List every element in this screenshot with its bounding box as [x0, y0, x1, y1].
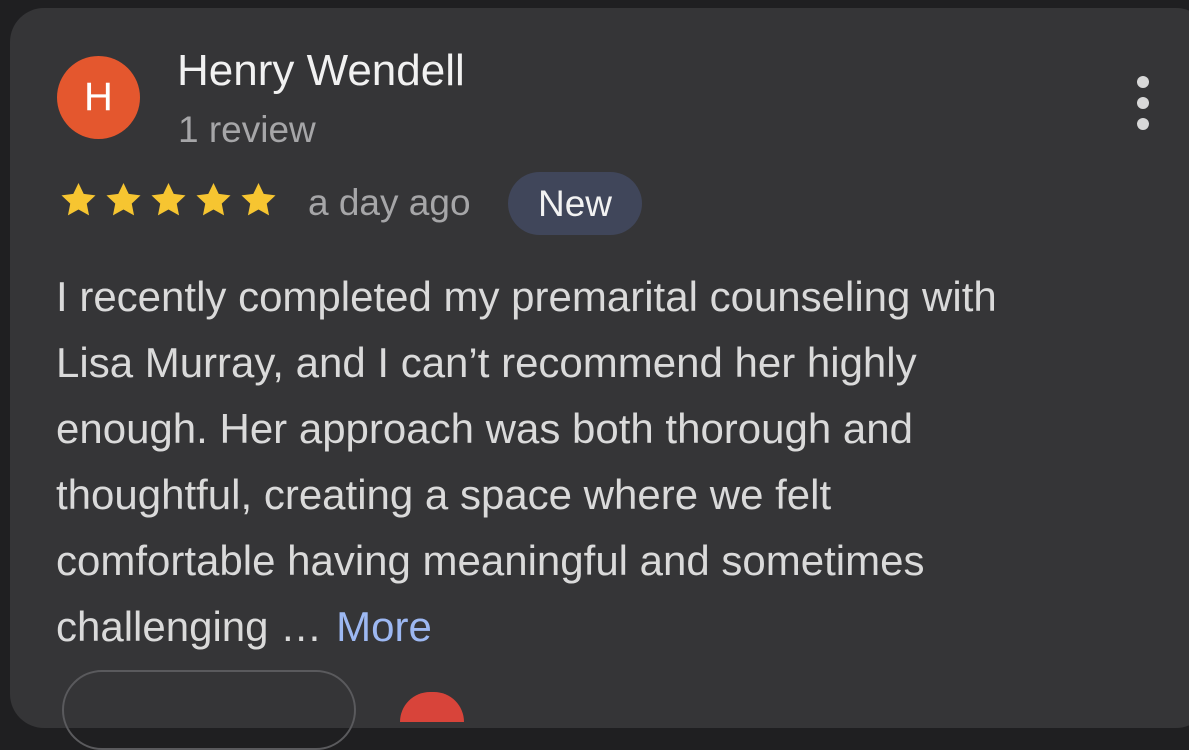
star-filled-icon — [57, 176, 100, 224]
star-filled-icon — [102, 176, 145, 224]
reaction-icon[interactable] — [400, 692, 464, 722]
star-filled-icon — [147, 176, 190, 224]
review-text-line: challenging … More — [56, 594, 1166, 660]
star-filled-icon — [237, 176, 280, 224]
review-text-line: enough. Her approach was both thorough a… — [56, 405, 913, 452]
avatar[interactable]: H — [57, 56, 140, 139]
star-rating — [57, 176, 280, 224]
author-name[interactable]: Henry Wendell — [177, 46, 465, 96]
review-text-line: thoughtful, creating a space where we fe… — [56, 471, 832, 518]
review-card: H Henry Wendell 1 review a day ago New I… — [10, 8, 1189, 750]
review-date: a day ago — [308, 182, 471, 223]
more-options-button[interactable] — [1123, 76, 1163, 132]
new-badge: New — [508, 172, 642, 235]
review-text: I recently completed my premarital couns… — [56, 264, 1166, 660]
like-button[interactable] — [62, 670, 356, 750]
review-text-truncated: challenging … — [56, 603, 323, 650]
review-text-line: comfortable having meaningful and someti… — [56, 537, 925, 584]
review-text-line: I recently completed my premarital couns… — [56, 273, 997, 320]
author-review-count: 1 review — [178, 109, 316, 150]
review-text-line: Lisa Murray, and I can’t recommend her h… — [56, 339, 917, 386]
more-link[interactable]: More — [336, 603, 432, 650]
star-filled-icon — [192, 176, 235, 224]
